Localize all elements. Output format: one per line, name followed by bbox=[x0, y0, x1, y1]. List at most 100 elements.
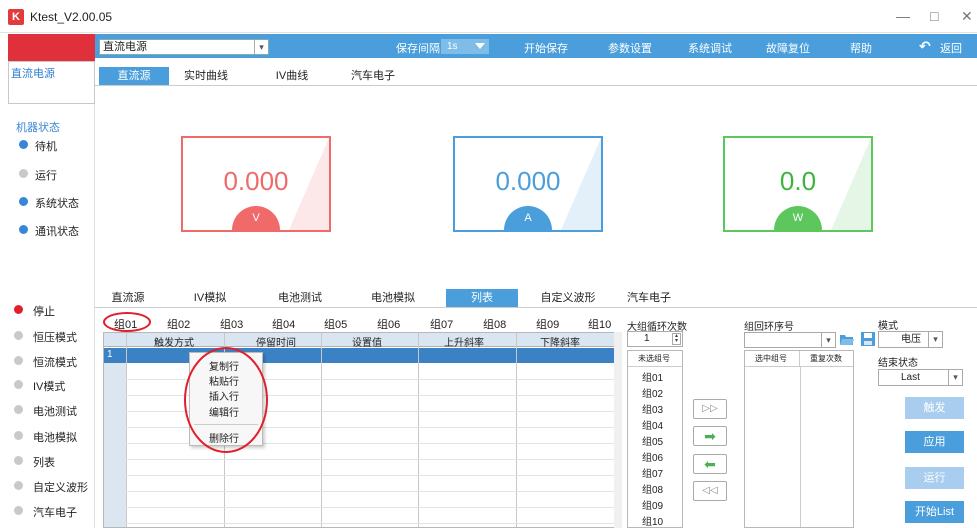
grid-row-line bbox=[104, 411, 621, 412]
minimize-icon[interactable]: — bbox=[896, 8, 910, 24]
folder-open-icon[interactable] bbox=[839, 331, 855, 347]
source-select[interactable]: 直流电源 ▾ bbox=[99, 39, 269, 55]
grid-row-line bbox=[104, 491, 621, 492]
status-dot-icon bbox=[19, 197, 28, 206]
trigger-button[interactable]: 触发 bbox=[905, 397, 964, 419]
list-item[interactable]: 组02 bbox=[642, 385, 663, 400]
mode-dot-icon bbox=[14, 380, 23, 389]
end-state-select[interactable]: Last ▾ bbox=[878, 369, 963, 386]
run-button[interactable]: 运行 bbox=[905, 467, 964, 489]
apply-button[interactable]: 应用 bbox=[905, 431, 964, 453]
selected-groups-list[interactable]: 选中组号 重复次数 bbox=[744, 350, 854, 528]
grid-row-line bbox=[104, 395, 621, 396]
list-item[interactable]: 组04 bbox=[642, 417, 663, 432]
remove-all-button[interactable]: ◁◁ bbox=[693, 481, 727, 501]
status-dot-icon bbox=[19, 169, 28, 178]
status-dot-icon bbox=[19, 140, 28, 149]
list-item[interactable]: 组10 bbox=[642, 513, 663, 527]
current-unit: A bbox=[504, 206, 552, 230]
mode-select[interactable]: 电压 ▾ bbox=[878, 331, 943, 348]
tab2-battery-test[interactable]: 电池测试 bbox=[270, 289, 330, 307]
end-state-label: 结束状态 bbox=[878, 358, 918, 369]
param-settings-button[interactable]: 参数设置 bbox=[608, 40, 652, 56]
table-row[interactable]: 1 bbox=[104, 348, 621, 363]
grid-col-line bbox=[418, 333, 419, 527]
power-unit: W bbox=[774, 206, 822, 230]
tab2-custom-wave[interactable]: 自定义波形 bbox=[530, 289, 606, 307]
list-item[interactable]: 组01 bbox=[642, 369, 663, 384]
back-icon[interactable]: ↶ bbox=[919, 38, 931, 55]
start-save-button[interactable]: 开始保存 bbox=[524, 40, 568, 56]
unselected-header: 未选组号 bbox=[628, 351, 682, 367]
start-list-button[interactable]: 开始List bbox=[905, 501, 964, 523]
group-tab-09[interactable]: 组09 bbox=[536, 316, 559, 332]
mode-dot-icon bbox=[14, 405, 23, 414]
tab-auto-electronics[interactable]: 汽车电子 bbox=[343, 67, 403, 85]
col-trigger-mode[interactable]: 触发方式 bbox=[154, 334, 194, 349]
list-item[interactable]: 组07 bbox=[642, 465, 663, 480]
power-meter: 0.0 W bbox=[723, 136, 873, 232]
mode-dot-icon bbox=[14, 431, 23, 440]
list-item[interactable]: 组05 bbox=[642, 433, 663, 448]
tab2-auto-electronics[interactable]: 汽车电子 bbox=[617, 289, 681, 307]
spinner-arrows-icon[interactable]: ▴ ▾ bbox=[672, 333, 681, 345]
unselected-groups-list[interactable]: 未选组号 组01 组02 组03 组04 组05 组06 组07 组08 组09… bbox=[627, 350, 683, 528]
tab2-list[interactable]: 列表 bbox=[446, 289, 518, 307]
tab-iv-curve[interactable]: IV曲线 bbox=[262, 67, 322, 85]
group-tab-01[interactable]: 组01 bbox=[114, 316, 137, 332]
list-item[interactable]: 组06 bbox=[642, 449, 663, 464]
tab2-dc-source[interactable]: 直流源 bbox=[103, 289, 153, 307]
big-loop-spinner[interactable]: 1 ▴ ▾ bbox=[627, 331, 683, 347]
save-interval-select[interactable]: 1s bbox=[441, 39, 489, 54]
machine-status-title: 机器状态 bbox=[16, 122, 60, 134]
mode-dot-icon bbox=[14, 331, 23, 340]
group-tab-08[interactable]: 组08 bbox=[483, 316, 506, 332]
save-icon[interactable] bbox=[860, 331, 876, 347]
source-select-value: 直流电源 bbox=[103, 41, 147, 53]
mode-select-value: 电压 bbox=[901, 334, 921, 345]
help-button[interactable]: 帮助 bbox=[850, 40, 872, 56]
tab2-iv-sim[interactable]: IV模拟 bbox=[185, 289, 235, 307]
mode-dot-icon bbox=[14, 305, 23, 314]
grid-row-line bbox=[104, 459, 621, 460]
tab-dc-source[interactable]: 直流源 bbox=[99, 67, 169, 85]
source-name: 直流电源 bbox=[11, 68, 55, 80]
list-item[interactable]: 组03 bbox=[642, 401, 663, 416]
remove-one-button[interactable]: ⬅ bbox=[693, 454, 727, 474]
sys-debug-button[interactable]: 系统调试 bbox=[688, 40, 732, 56]
list-item[interactable]: 组09 bbox=[642, 497, 663, 512]
group-tab-06[interactable]: 组06 bbox=[377, 316, 400, 332]
group-loop-select[interactable]: ▾ bbox=[744, 332, 836, 348]
col-fall-slope[interactable]: 下降斜率 bbox=[540, 334, 580, 349]
app-logo-icon: K bbox=[8, 9, 24, 25]
col-rise-slope[interactable]: 上升斜率 bbox=[444, 334, 484, 349]
mode-dot-icon bbox=[14, 506, 23, 515]
grid-col-line bbox=[126, 333, 127, 527]
back-button[interactable]: 返回 bbox=[940, 40, 962, 56]
list-grid[interactable]: 触发方式 停留时间 设置值 上升斜率 下降斜率 1 bbox=[103, 332, 622, 528]
add-one-button[interactable]: ➡ bbox=[693, 426, 727, 446]
group-tab-10[interactable]: 组10 bbox=[588, 316, 611, 332]
tab2-battery-sim[interactable]: 电池模拟 bbox=[362, 289, 424, 307]
highlight-oval bbox=[184, 347, 268, 453]
group-tab-02[interactable]: 组02 bbox=[167, 316, 190, 332]
group-tab-04[interactable]: 组04 bbox=[272, 316, 295, 332]
group-tab-05[interactable]: 组05 bbox=[324, 316, 347, 332]
grid-row-line bbox=[104, 523, 621, 524]
group-tab-07[interactable]: 组07 bbox=[430, 316, 453, 332]
maximize-icon[interactable]: □ bbox=[930, 8, 938, 24]
fault-reset-button[interactable]: 故障复位 bbox=[766, 40, 810, 56]
grid-scrollbar[interactable] bbox=[614, 332, 622, 528]
tab-realtime-curve[interactable]: 实时曲线 bbox=[176, 67, 236, 85]
col-dwell-time[interactable]: 停留时间 bbox=[256, 334, 296, 349]
group-tab-03[interactable]: 组03 bbox=[220, 316, 243, 332]
source-name-box: 直流电源 bbox=[8, 61, 95, 104]
voltage-meter: 0.000 V bbox=[181, 136, 331, 232]
status-dot-icon bbox=[19, 225, 28, 234]
add-all-button[interactable]: ▷▷ bbox=[693, 399, 727, 419]
grid-header: 触发方式 停留时间 设置值 上升斜率 下降斜率 bbox=[104, 333, 621, 349]
list-item[interactable]: 组08 bbox=[642, 481, 663, 496]
close-icon[interactable]: ✕ bbox=[961, 8, 973, 25]
voltage-value: 0.000 bbox=[223, 166, 289, 196]
col-set-value[interactable]: 设置值 bbox=[352, 334, 382, 349]
